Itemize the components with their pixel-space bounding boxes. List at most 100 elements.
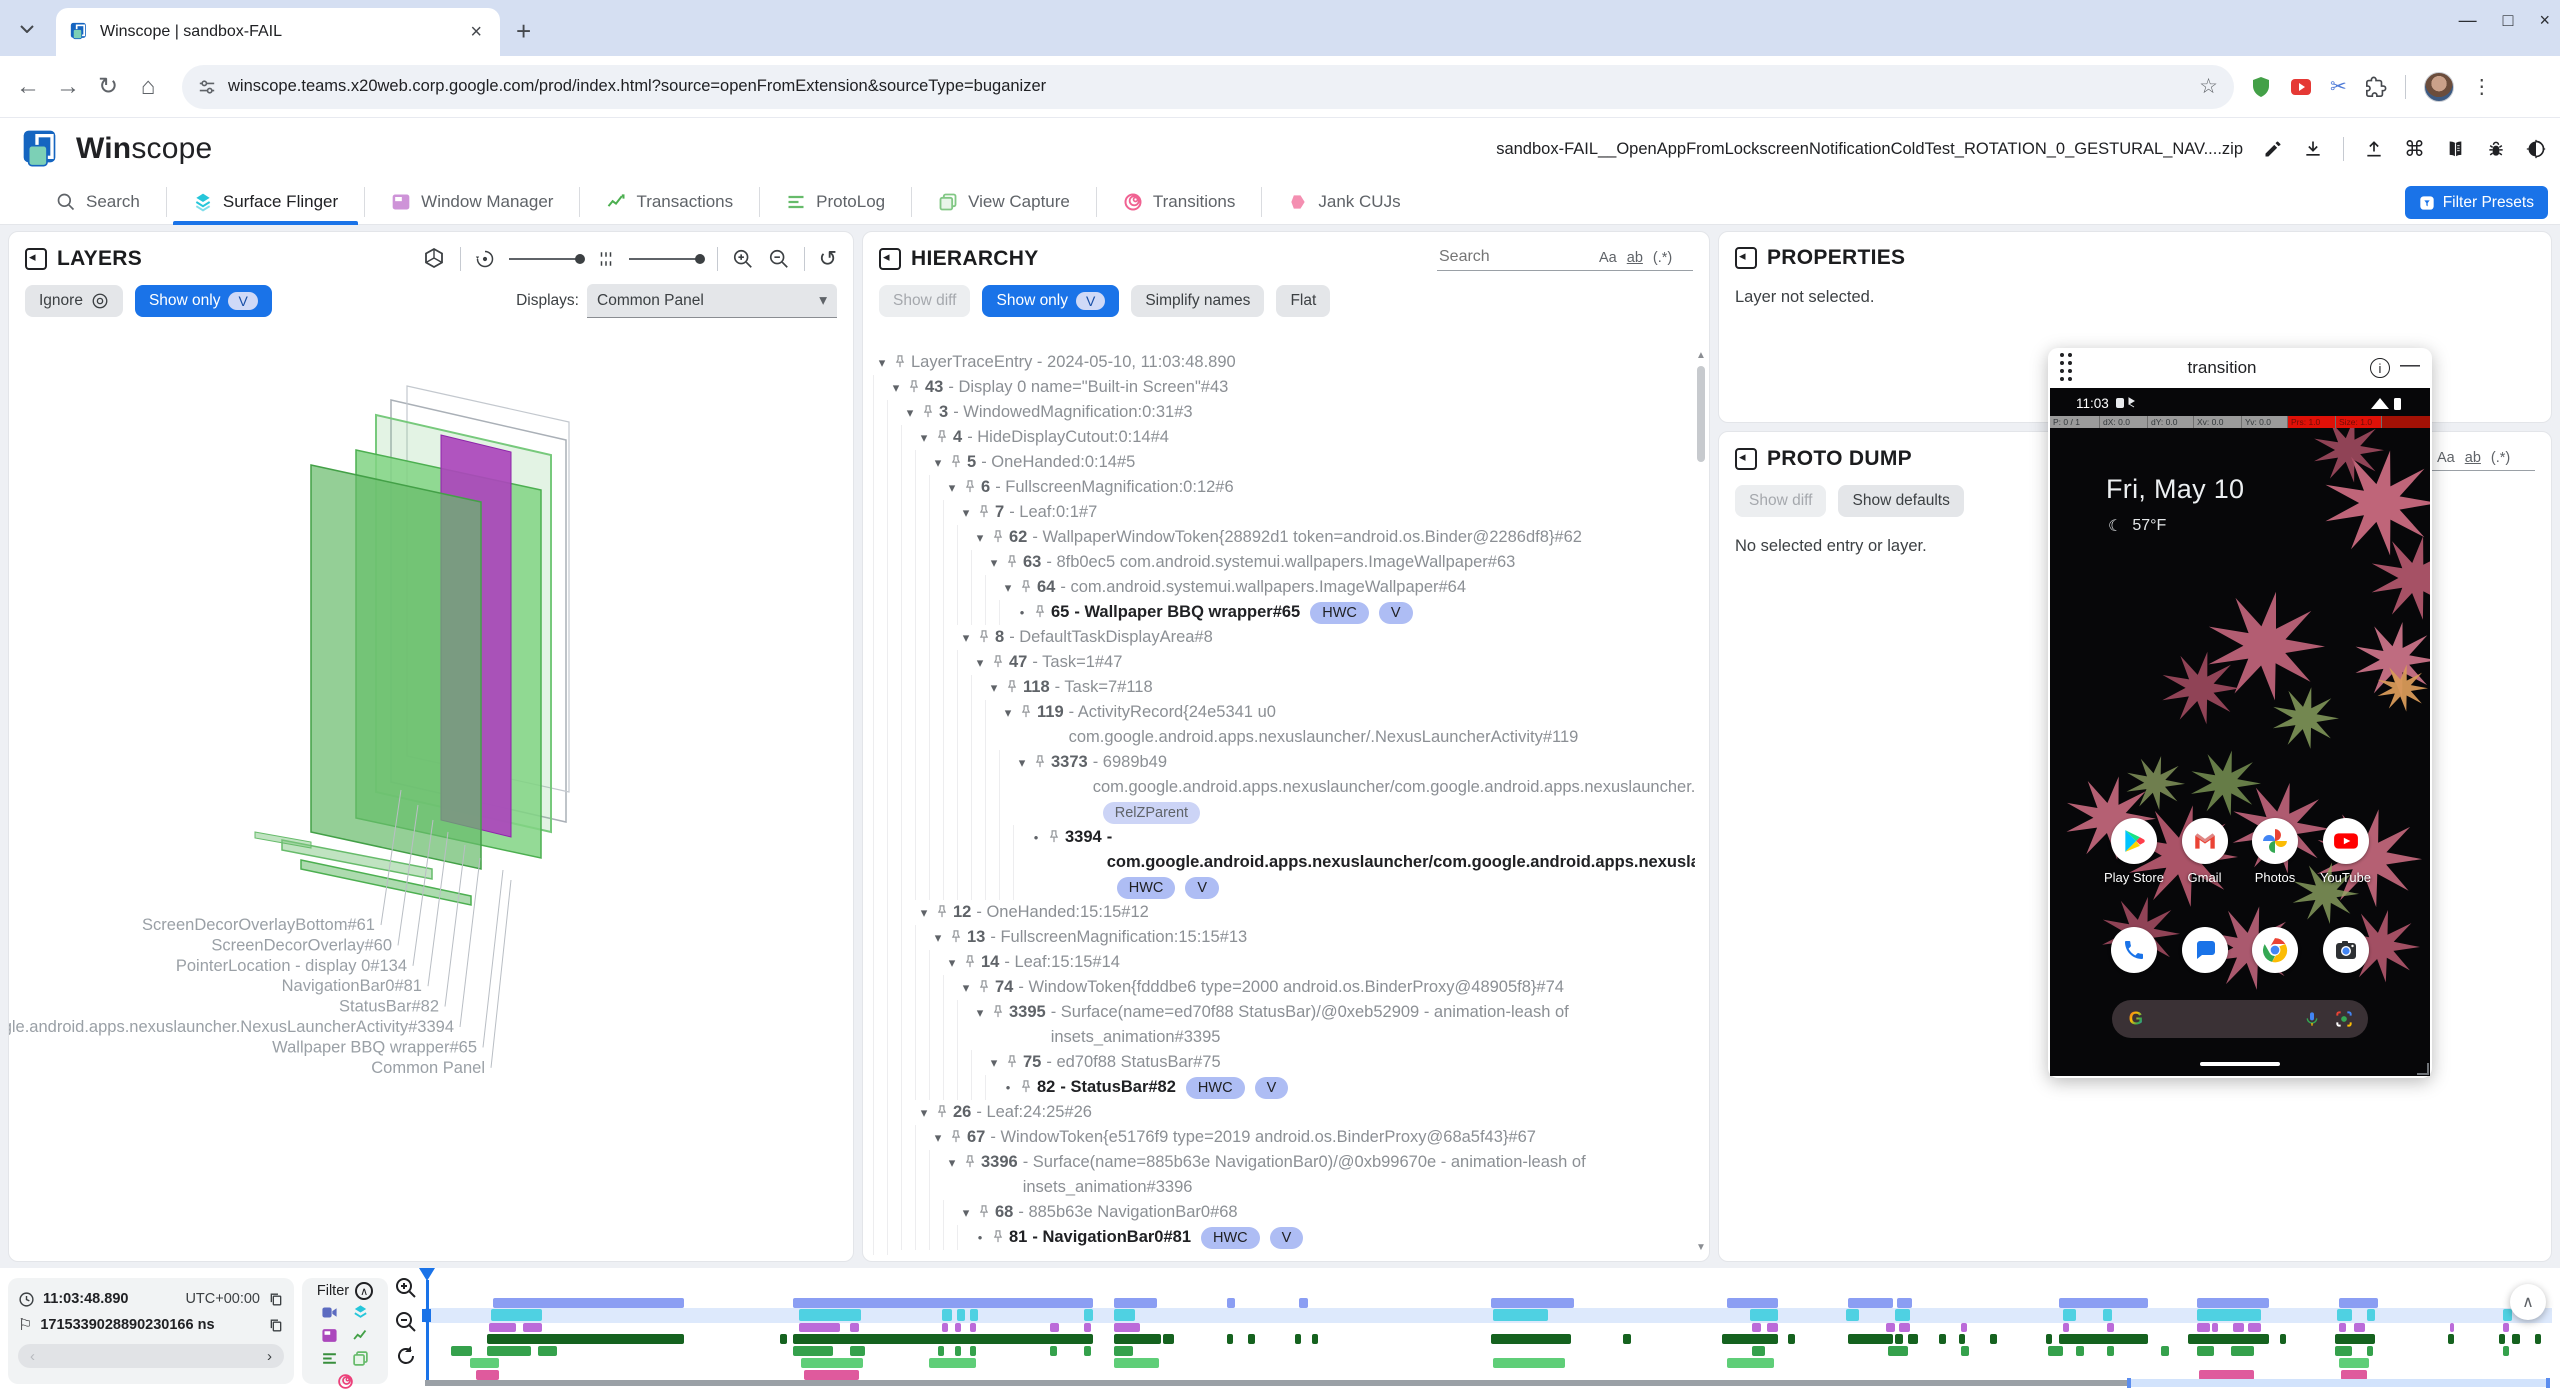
tab-protolog[interactable]: ProtoLog: [760, 179, 911, 225]
proto-chip-show-defaults[interactable]: Show defaults: [1838, 485, 1963, 517]
expand-arrow-icon[interactable]: ▾: [943, 950, 961, 975]
timeline-scrollbar[interactable]: [425, 1380, 2129, 1386]
trace-segment[interactable]: [1163, 1334, 1174, 1344]
trace-segment[interactable]: [1959, 1334, 1965, 1344]
trace-segment[interactable]: [2231, 1346, 2254, 1356]
expand-arrow-icon[interactable]: ▾: [929, 925, 947, 950]
edit-file-icon[interactable]: [2263, 139, 2283, 159]
zoom-out-icon[interactable]: [394, 1310, 418, 1334]
prev-entry-icon[interactable]: ‹: [30, 1348, 35, 1365]
trace-segment[interactable]: [1084, 1309, 1093, 1321]
tree-node[interactable]: ▾118- Task=7#118: [873, 675, 1695, 700]
hierarchy-chip-flat[interactable]: Flat: [1276, 285, 1330, 317]
trace-segment[interactable]: [942, 1309, 953, 1321]
expand-arrow-icon[interactable]: ▾: [957, 1200, 975, 1225]
trace-segment[interactable]: [850, 1323, 859, 1332]
tree-node[interactable]: ▾LayerTraceEntry - 2024-05-10, 11:03:48.…: [873, 350, 1695, 375]
maximize-icon[interactable]: □: [2503, 10, 2514, 31]
trace-segment[interactable]: [793, 1298, 1093, 1308]
expand-arrow-icon[interactable]: ▾: [929, 1125, 947, 1150]
trace-segment[interactable]: [523, 1323, 542, 1332]
trace-segment[interactable]: [970, 1323, 976, 1332]
trace-segment[interactable]: [1961, 1346, 1970, 1356]
trace-segment[interactable]: [2450, 1323, 2454, 1332]
trace-segment[interactable]: [1227, 1334, 1233, 1344]
tree-node[interactable]: ▾4- HideDisplayCutout:0:14#4: [873, 425, 1695, 450]
expand-arrow-icon[interactable]: ▾: [999, 700, 1017, 725]
trace-segment[interactable]: [2212, 1323, 2218, 1332]
trace-segment[interactable]: [1990, 1334, 1996, 1344]
show-only-v-chip[interactable]: Show only V: [135, 285, 272, 317]
expand-arrow-icon[interactable]: ▾: [999, 575, 1017, 600]
trace-segment[interactable]: [2335, 1346, 2352, 1356]
keyboard-shortcuts-icon[interactable]: ⌘: [2404, 137, 2425, 162]
trace-segment[interactable]: [2367, 1309, 2376, 1321]
trace-segment[interactable]: [799, 1323, 839, 1332]
tree-node[interactable]: ▾3396- Surface(name=885b63e NavigationBa…: [873, 1150, 1695, 1200]
trace-segment[interactable]: [1084, 1346, 1090, 1356]
tree-node[interactable]: •65- Wallpaper BBQ wrapper#65HWCV: [873, 600, 1695, 625]
trace-segment[interactable]: [793, 1346, 833, 1356]
tree-node[interactable]: ▾68- 885b63e NavigationBar0#68: [873, 1200, 1695, 1225]
trace-segment[interactable]: [1493, 1358, 1565, 1368]
trace-segment[interactable]: [491, 1309, 542, 1321]
app-icon-youtube[interactable]: YouTube: [2300, 818, 2392, 885]
transition-window-titlebar[interactable]: transition i —: [2048, 348, 2432, 388]
rotation-slider[interactable]: [509, 258, 583, 260]
adblock-extension-icon[interactable]: [2250, 76, 2272, 98]
dock-icon-camera[interactable]: [2300, 927, 2392, 973]
filter-trace-transitions-icon[interactable]: [337, 1373, 354, 1390]
documentation-icon[interactable]: [2445, 139, 2466, 159]
download-traces-icon[interactable]: [2303, 139, 2323, 159]
trace-segment[interactable]: [2512, 1334, 2521, 1344]
trace-segment[interactable]: [2503, 1309, 2512, 1321]
hierarchy-chip-show-only[interactable]: Show onlyV: [982, 285, 1119, 317]
extensions-puzzle-icon[interactable]: [2365, 76, 2387, 98]
expand-arrow-icon[interactable]: ▾: [929, 450, 947, 475]
tree-node[interactable]: ▾7- Leaf:0:1#7: [873, 500, 1695, 525]
hierarchy-scrollbar[interactable]: ▲ ▼: [1695, 350, 1707, 1253]
trace-segment[interactable]: [2063, 1309, 2076, 1321]
trace-segment[interactable]: [1248, 1334, 1254, 1344]
spacing-slider[interactable]: [629, 258, 703, 260]
browser-menu-icon[interactable]: ⋮: [2472, 74, 2492, 99]
new-tab-button[interactable]: +: [516, 16, 531, 47]
trace-segment[interactable]: [955, 1346, 961, 1356]
tree-node[interactable]: •81- NavigationBar0#81HWCV: [873, 1225, 1695, 1250]
trace-segment[interactable]: [1908, 1334, 1919, 1344]
tab-transactions[interactable]: Transactions: [580, 179, 759, 225]
trace-segment[interactable]: [1727, 1358, 1774, 1368]
trace-segment[interactable]: [2339, 1358, 2369, 1368]
expand-arrow-icon[interactable]: ▾: [985, 675, 1003, 700]
trace-segment[interactable]: [780, 1334, 786, 1344]
tab-close-icon[interactable]: ×: [466, 21, 486, 44]
trace-segment[interactable]: [929, 1358, 976, 1368]
entry-navigation[interactable]: ‹›: [18, 1344, 284, 1368]
trace-segment[interactable]: [2354, 1323, 2365, 1332]
trace-segment[interactable]: [2107, 1346, 2113, 1356]
3d-view-icon[interactable]: [422, 247, 446, 271]
trace-segment[interactable]: [1722, 1334, 1777, 1344]
trace-segment[interactable]: [1899, 1323, 1910, 1332]
dark-mode-toggle-icon[interactable]: [2526, 139, 2546, 159]
copy-icon[interactable]: [268, 1317, 284, 1334]
reload-button[interactable]: ↻: [88, 72, 128, 101]
tree-node[interactable]: ▾63- 8fb0ec5 com.android.systemui.wallpa…: [873, 550, 1695, 575]
trace-segment[interactable]: [2188, 1334, 2269, 1344]
tab-search-button[interactable]: [12, 14, 42, 44]
trace-segment[interactable]: [2339, 1323, 2345, 1332]
displays-select[interactable]: Common Panel▾: [587, 284, 837, 318]
trace-segment[interactable]: [1295, 1334, 1301, 1344]
trace-segment[interactable]: [2233, 1323, 2244, 1332]
expand-arrow-icon[interactable]: ▾: [887, 375, 905, 400]
trace-segment[interactable]: [1788, 1334, 1794, 1344]
trace-segment[interactable]: [2107, 1323, 2113, 1332]
tab-transitions[interactable]: Transitions: [1097, 179, 1262, 225]
trace-segment[interactable]: [1750, 1309, 1778, 1321]
trace-segment[interactable]: [804, 1370, 859, 1380]
trace-segment[interactable]: [938, 1346, 944, 1356]
trace-segment[interactable]: [1752, 1323, 1761, 1332]
trace-segment[interactable]: [1767, 1323, 1778, 1332]
trace-segment[interactable]: [1114, 1358, 1159, 1368]
tree-node[interactable]: ▾3395- Surface(name=ed70f88 StatusBar)/@…: [873, 1000, 1695, 1050]
